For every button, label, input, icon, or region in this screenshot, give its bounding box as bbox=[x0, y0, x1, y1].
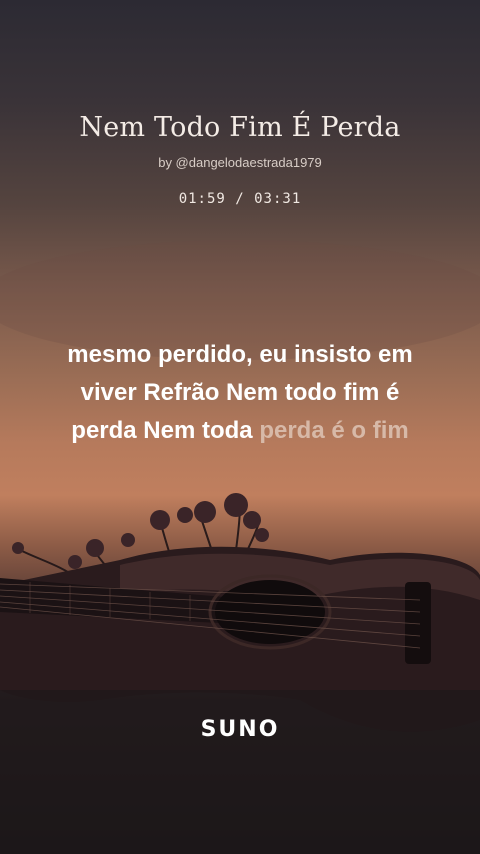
playback-time: 01:59 / 03:31 bbox=[178, 191, 302, 207]
player-screen: Nem Todo Fim É Perda by @dangelodaestrad… bbox=[0, 0, 480, 854]
artist-handle[interactable]: by @dangelodaestrada1979 bbox=[0, 155, 480, 170]
lyric-line-1: mesmo perdido, eu insisto em bbox=[67, 341, 413, 368]
lyric-sung-text: perda Nem toda bbox=[71, 417, 260, 444]
lyric-line-3: perda Nem toda perda é o fim bbox=[30, 412, 450, 450]
lyrics-panel: mesmo perdido, eu insisto em viver Refrã… bbox=[30, 336, 450, 450]
song-title: Nem Todo Fim É Perda bbox=[79, 112, 401, 143]
lyric-upcoming-text: perda é o fim bbox=[259, 417, 409, 444]
suno-logo: SUNO bbox=[200, 717, 280, 742]
lyric-line-2: viver Refrão Nem todo fim é bbox=[80, 379, 400, 406]
